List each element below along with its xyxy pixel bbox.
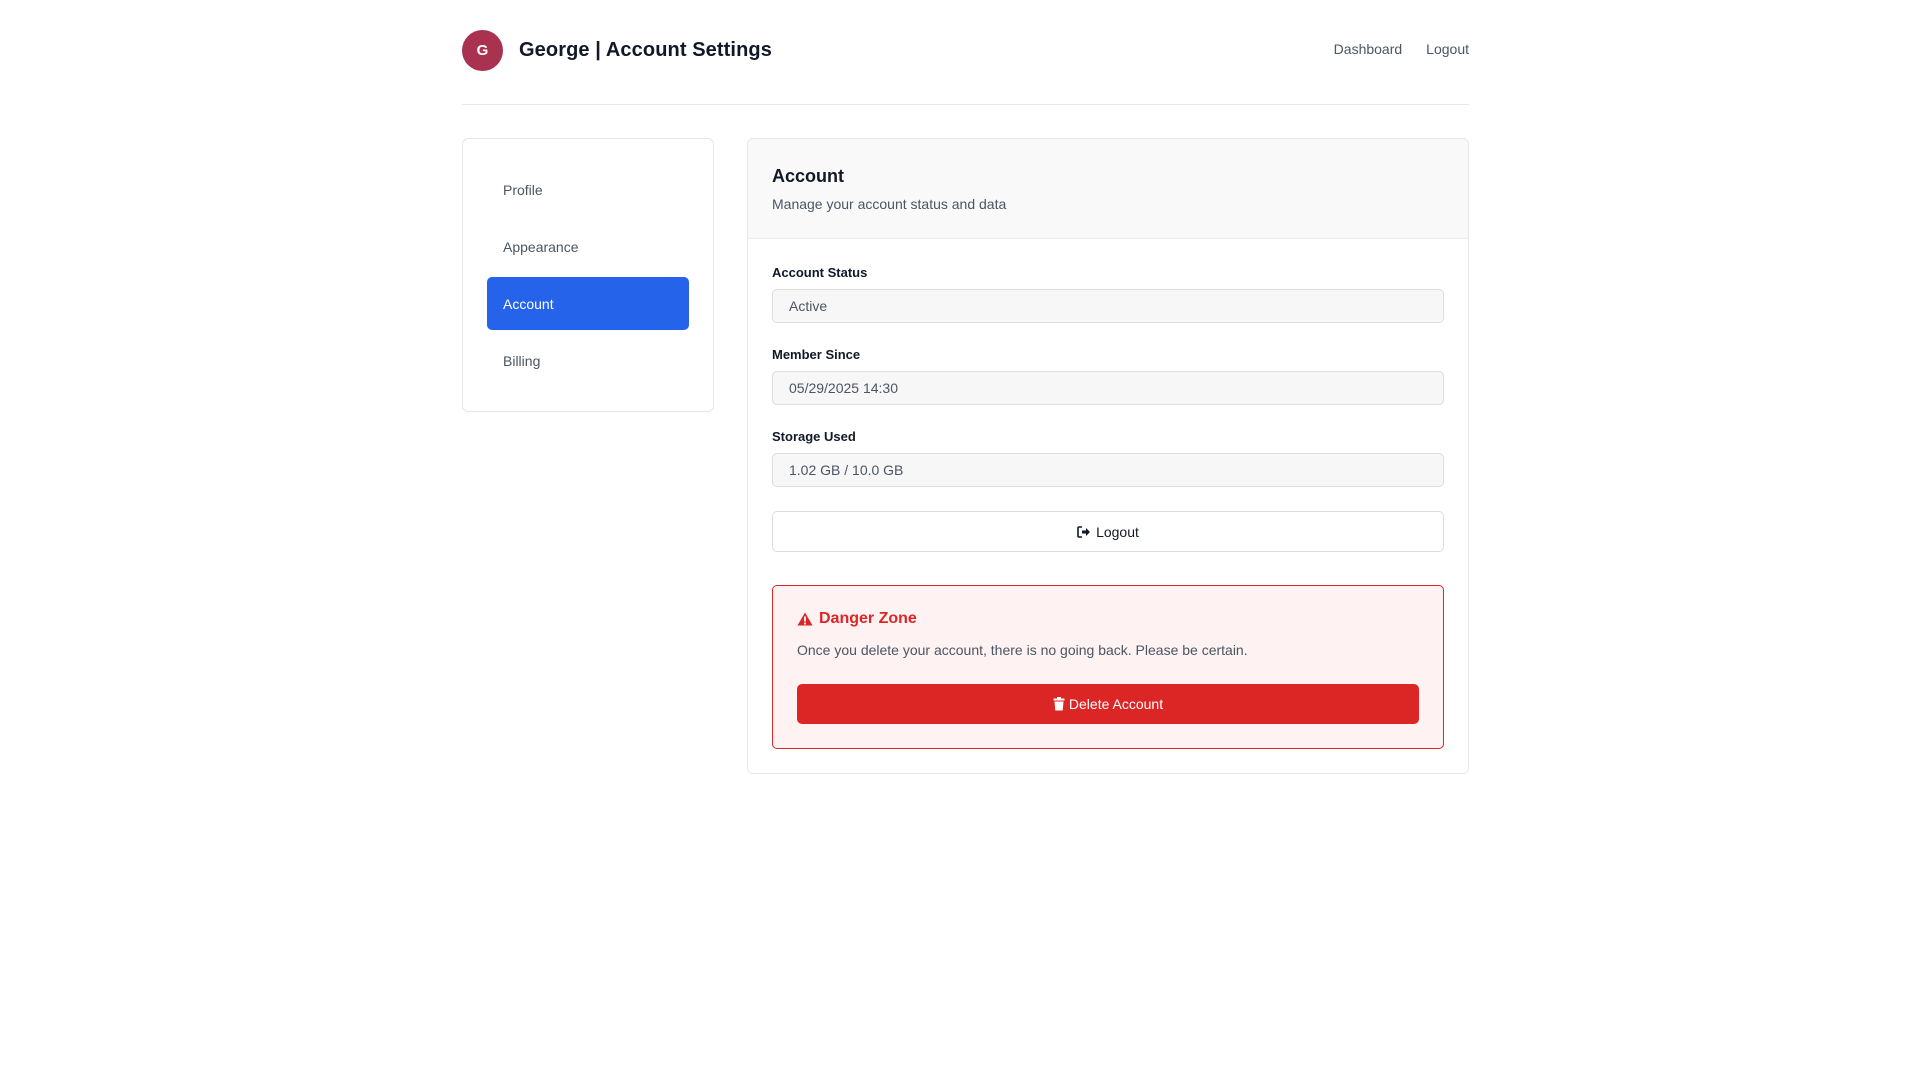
- page: G George | Account Settings Dashboard Lo…: [462, 0, 1469, 774]
- member-since-input[interactable]: 05/29/2025 14:30: [772, 371, 1444, 405]
- danger-zone-title-text: Danger Zone: [819, 610, 917, 627]
- panel-subtitle: Manage your account status and data: [772, 196, 1007, 212]
- storage-used-label: Storage Used: [772, 429, 856, 444]
- brand: G George | Account Settings: [462, 29, 772, 71]
- nav-logout-link[interactable]: Logout: [1426, 41, 1469, 57]
- panel-header: Account Manage your account status and d…: [748, 139, 1468, 239]
- account-panel: Account Manage your account status and d…: [747, 138, 1469, 774]
- danger-zone-text: Once you delete your account, there is n…: [797, 642, 1248, 658]
- sidebar-item-account[interactable]: Account: [487, 277, 689, 330]
- main-content: Profile Appearance Account Billing Accou…: [462, 138, 1469, 774]
- top-header: G George | Account Settings Dashboard Lo…: [462, 0, 1469, 105]
- panel-title: Account: [772, 166, 844, 186]
- account-status-input[interactable]: Active: [772, 289, 1444, 323]
- trash-icon: [1053, 697, 1065, 711]
- logout-button-label: Logout: [1096, 523, 1139, 540]
- danger-zone-title: Danger Zone: [797, 610, 1419, 628]
- settings-sidebar: Profile Appearance Account Billing: [462, 138, 714, 412]
- account-status-label: Account Status: [772, 265, 868, 280]
- sidebar-item-billing[interactable]: Billing: [487, 334, 689, 387]
- warning-icon: [797, 612, 813, 626]
- storage-used-input[interactable]: 1.02 GB / 10.0 GB: [772, 453, 1444, 487]
- danger-zone: Danger Zone Once you delete your account…: [772, 585, 1444, 749]
- delete-account-button[interactable]: Delete Account: [797, 684, 1419, 724]
- sign-out-icon: [1077, 525, 1091, 538]
- account-status-field: Account Status Active: [772, 265, 1444, 323]
- delete-account-label: Delete Account: [1068, 696, 1164, 712]
- avatar[interactable]: G: [462, 29, 503, 71]
- member-since-field: Member Since 05/29/2025 14:30: [772, 347, 1444, 405]
- member-since-label: Member Since: [772, 347, 861, 362]
- nav-dashboard-link[interactable]: Dashboard: [1334, 41, 1403, 57]
- storage-used-field: Storage Used 1.02 GB / 10.0 GB: [772, 429, 1444, 487]
- sidebar-item-appearance[interactable]: Appearance: [487, 220, 689, 273]
- logout-button[interactable]: Logout: [772, 511, 1444, 552]
- panel-body: Account Status Active Member Since 05/29…: [748, 239, 1468, 773]
- top-nav: Dashboard Logout: [1334, 41, 1469, 57]
- sidebar-item-profile[interactable]: Profile: [487, 163, 689, 216]
- page-title: George | Account Settings: [519, 38, 772, 61]
